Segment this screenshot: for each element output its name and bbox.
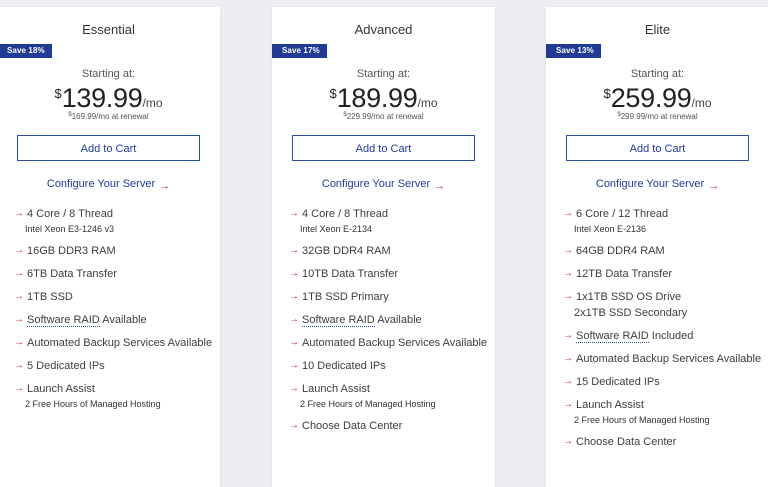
- renewal-price: $229.99/mo at renewal: [343, 112, 424, 121]
- price: $189.99/mo: [272, 83, 495, 114]
- feature-item: → 32GB DDR4 RAM: [289, 245, 391, 257]
- feature-item: → 1TB SSD: [14, 291, 73, 303]
- renewal-price: $169.99/mo at renewal: [68, 112, 149, 121]
- arrow-right-icon: →: [289, 420, 299, 431]
- feature-item: → Software RAID Included: [563, 330, 694, 343]
- arrow-right-icon: →: [563, 376, 573, 387]
- feature-item: → Launch Assist 2 Free Hours of Managed Ho…: [289, 383, 436, 409]
- plan-card-elite: Elite Save 13% Starting at: $259.99/mo $…: [546, 7, 768, 487]
- savings-badge: Save 13%: [546, 44, 601, 58]
- feature-item: → 15 Dedicated IPs: [563, 376, 660, 388]
- configure-server-link[interactable]: Configure Your Server →: [546, 178, 768, 192]
- arrow-right-icon: →: [14, 245, 24, 256]
- feature-item: → 10TB Data Transfer: [289, 268, 398, 280]
- plan-name: Essential: [82, 22, 135, 37]
- arrow-right-icon: →: [14, 383, 24, 394]
- feature-item: → 5 Dedicated IPs: [14, 360, 105, 372]
- arrow-right-icon: →: [289, 245, 299, 256]
- renewal-price: $299.99/mo at renewal: [617, 112, 698, 121]
- arrow-right-icon: →: [289, 208, 299, 219]
- arrow-right-icon: →: [14, 291, 24, 302]
- feature-item: → 1x1TB SSD OS Drive 2x1TB SSD Secondary: [563, 291, 688, 319]
- plan-name: Advanced: [354, 22, 413, 37]
- arrow-right-icon: →: [289, 314, 299, 325]
- feature-item: → 4 Core / 8 Thread Intel Xeon E-2134: [289, 208, 389, 234]
- starting-label: Starting at:: [356, 68, 411, 80]
- savings-badge: Save 18%: [0, 44, 52, 58]
- plan-name: Elite: [644, 22, 671, 37]
- price-period: /mo: [142, 96, 163, 110]
- feature-item: → 12TB Data Transfer: [563, 268, 672, 280]
- arrow-right-icon: →: [14, 314, 24, 325]
- arrow-right-icon: →: [563, 436, 573, 447]
- feature-list: → 6 Core / 12 Thread Intel Xeon E-2136 → 64…: [563, 206, 763, 457]
- starting-label: Starting at:: [81, 68, 136, 80]
- arrow-right-icon: →: [434, 180, 446, 192]
- feature-item: → 64GB DDR4 RAM: [563, 245, 665, 257]
- configure-server-link[interactable]: Configure Your Server →: [0, 178, 220, 192]
- price-amount: 259.99: [610, 83, 692, 113]
- feature-item: → Software RAID Available: [289, 314, 422, 327]
- price-period: /mo: [691, 96, 712, 110]
- feature-item: → Launch Assist 2 Free Hours of Managed Ho…: [563, 399, 710, 425]
- feature-item: → Automated Backup Services Available: [563, 353, 762, 365]
- price: $259.99/mo: [546, 83, 768, 114]
- arrow-right-icon: →: [159, 180, 171, 192]
- feature-item: → 6TB Data Transfer: [14, 268, 117, 280]
- feature-item: → Software RAID Available: [14, 314, 147, 327]
- price-period: /mo: [417, 96, 438, 110]
- currency-symbol: $: [54, 86, 62, 101]
- add-to-cart-button[interactable]: Add to Cart: [566, 135, 749, 161]
- software-raid-link[interactable]: Software RAID: [27, 314, 100, 327]
- plan-card-essential: Essential Save 18% Starting at: $139.99/…: [0, 7, 220, 487]
- software-raid-link[interactable]: Software RAID: [576, 330, 649, 343]
- feature-item: → Automated Backup Services Available: [289, 337, 488, 349]
- feature-item: → Choose Data Center: [289, 420, 403, 432]
- add-to-cart-button[interactable]: Add to Cart: [292, 135, 475, 161]
- feature-item: → Launch Assist 2 Free Hours of Managed Ho…: [14, 383, 161, 409]
- currency-symbol: $: [603, 86, 611, 101]
- arrow-right-icon: →: [14, 337, 24, 348]
- arrow-right-icon: →: [563, 208, 573, 219]
- price: $139.99/mo: [0, 83, 220, 114]
- savings-badge: Save 17%: [272, 44, 327, 58]
- feature-item: → Choose Data Center: [563, 436, 677, 448]
- feature-item: → 4 Core / 8 Thread Intel Xeon E3-1246 v3: [14, 208, 115, 234]
- arrow-right-icon: →: [289, 337, 299, 348]
- arrow-right-icon: →: [708, 180, 720, 192]
- arrow-right-icon: →: [14, 208, 24, 219]
- starting-label: Starting at:: [630, 68, 685, 80]
- arrow-right-icon: →: [563, 353, 573, 364]
- feature-item: → Automated Backup Services Available: [14, 337, 213, 349]
- feature-list: → 4 Core / 8 Thread Intel Xeon E-2134 → 32G…: [289, 206, 489, 441]
- feature-list: → 4 Core / 8 Thread Intel Xeon E3-1246 v3 …: [14, 206, 214, 418]
- add-to-cart-button[interactable]: Add to Cart: [17, 135, 200, 161]
- arrow-right-icon: →: [289, 383, 299, 394]
- currency-symbol: $: [329, 86, 337, 101]
- feature-item: → 1TB SSD Primary: [289, 291, 389, 303]
- feature-item: → 10 Dedicated IPs: [289, 360, 386, 372]
- arrow-right-icon: →: [289, 268, 299, 279]
- price-amount: 139.99: [61, 83, 143, 113]
- plan-card-advanced: Advanced Save 17% Starting at: $189.99/m…: [272, 7, 495, 487]
- arrow-right-icon: →: [14, 268, 24, 279]
- arrow-right-icon: →: [289, 360, 299, 371]
- feature-item: → 16GB DDR3 RAM: [14, 245, 116, 257]
- configure-server-link[interactable]: Configure Your Server →: [272, 178, 495, 192]
- arrow-right-icon: →: [563, 268, 573, 279]
- software-raid-link[interactable]: Software RAID: [302, 314, 375, 327]
- price-amount: 189.99: [336, 83, 418, 113]
- arrow-right-icon: →: [563, 245, 573, 256]
- arrow-right-icon: →: [289, 291, 299, 302]
- arrow-right-icon: →: [563, 291, 573, 302]
- arrow-right-icon: →: [563, 399, 573, 410]
- arrow-right-icon: →: [563, 330, 573, 341]
- feature-item: → 6 Core / 12 Thread Intel Xeon E-2136: [563, 208, 669, 234]
- arrow-right-icon: →: [14, 360, 24, 371]
